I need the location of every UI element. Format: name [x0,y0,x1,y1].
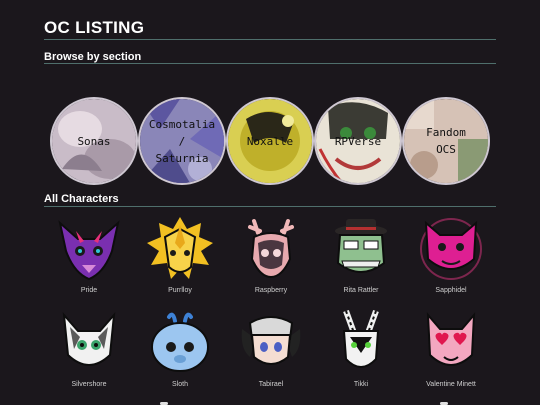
character-card-tikki[interactable]: Tikki [323,309,399,388]
pride-avatar [58,220,120,281]
character-card-raspberry[interactable]: Raspberry [233,215,309,294]
section-label-cosmotalia: Cosmotalia / Saturnia [148,117,216,165]
title-divider [44,39,496,40]
character-card-sloth[interactable]: Sloth [142,309,218,388]
character-card-purrlloy[interactable]: Purrlloy [142,215,218,294]
tabirael-avatar [241,316,301,365]
character-card-rita-rattler[interactable]: Rita Rattler [323,215,399,294]
all-characters-divider [44,206,496,207]
section-link-sonas[interactable]: Sonas [50,97,138,185]
browse-circle-row: Sonas Cosmotalia / Saturnia Noxalle RPVe… [50,97,490,185]
character-card-tabirael[interactable]: Tabirael [233,309,309,388]
raspberry-avatar [248,219,294,279]
character-card-sapphidel[interactable]: Sapphidel [413,215,489,294]
character-name: Pride [80,287,98,294]
section-label-fandom-ocs: Fandom OCS [426,126,466,156]
character-name: Rita Rattler [343,287,379,294]
section-link-rpverse[interactable]: RPVerse [314,97,402,185]
character-card-valentine-minett[interactable]: Valentine Minett [413,309,489,388]
purrlloy-avatar [147,217,213,279]
character-name: Sloth [172,381,188,388]
browse-section-heading: Browse by section [44,51,142,63]
silvershore-avatar [62,311,116,366]
valentine-minett-avatar [426,312,476,366]
all-characters-heading: All Characters [44,193,119,205]
character-card-silvershore[interactable]: Silvershore [51,309,127,388]
page-title: OC LISTING [44,18,145,37]
character-name: Silvershore [71,381,107,388]
section-label-rpverse: RPVerse [334,134,382,148]
rita-rattler-avatar [335,219,387,273]
character-name: Tabirael [258,381,284,388]
sapphidel-avatar [420,218,482,280]
character-name: Purrlloy [168,287,192,294]
tikki-avatar [342,309,380,368]
character-name: Sapphidel [435,287,467,294]
sloth-avatar [151,312,209,372]
character-name: Raspberry [254,287,288,294]
section-link-noxalle[interactable]: Noxalle [226,97,314,185]
section-link-fandom-ocs[interactable]: Fandom OCS [402,97,490,185]
character-name: Tikki [353,381,369,388]
browse-divider [44,63,496,64]
character-name: Valentine Minett [426,381,476,388]
section-link-cosmotalia[interactable]: Cosmotalia / Saturnia [138,97,226,185]
character-card-pride[interactable]: Pride [51,215,127,294]
section-label-noxalle: Noxalle [246,134,294,148]
section-label-sonas: Sonas [77,134,111,148]
